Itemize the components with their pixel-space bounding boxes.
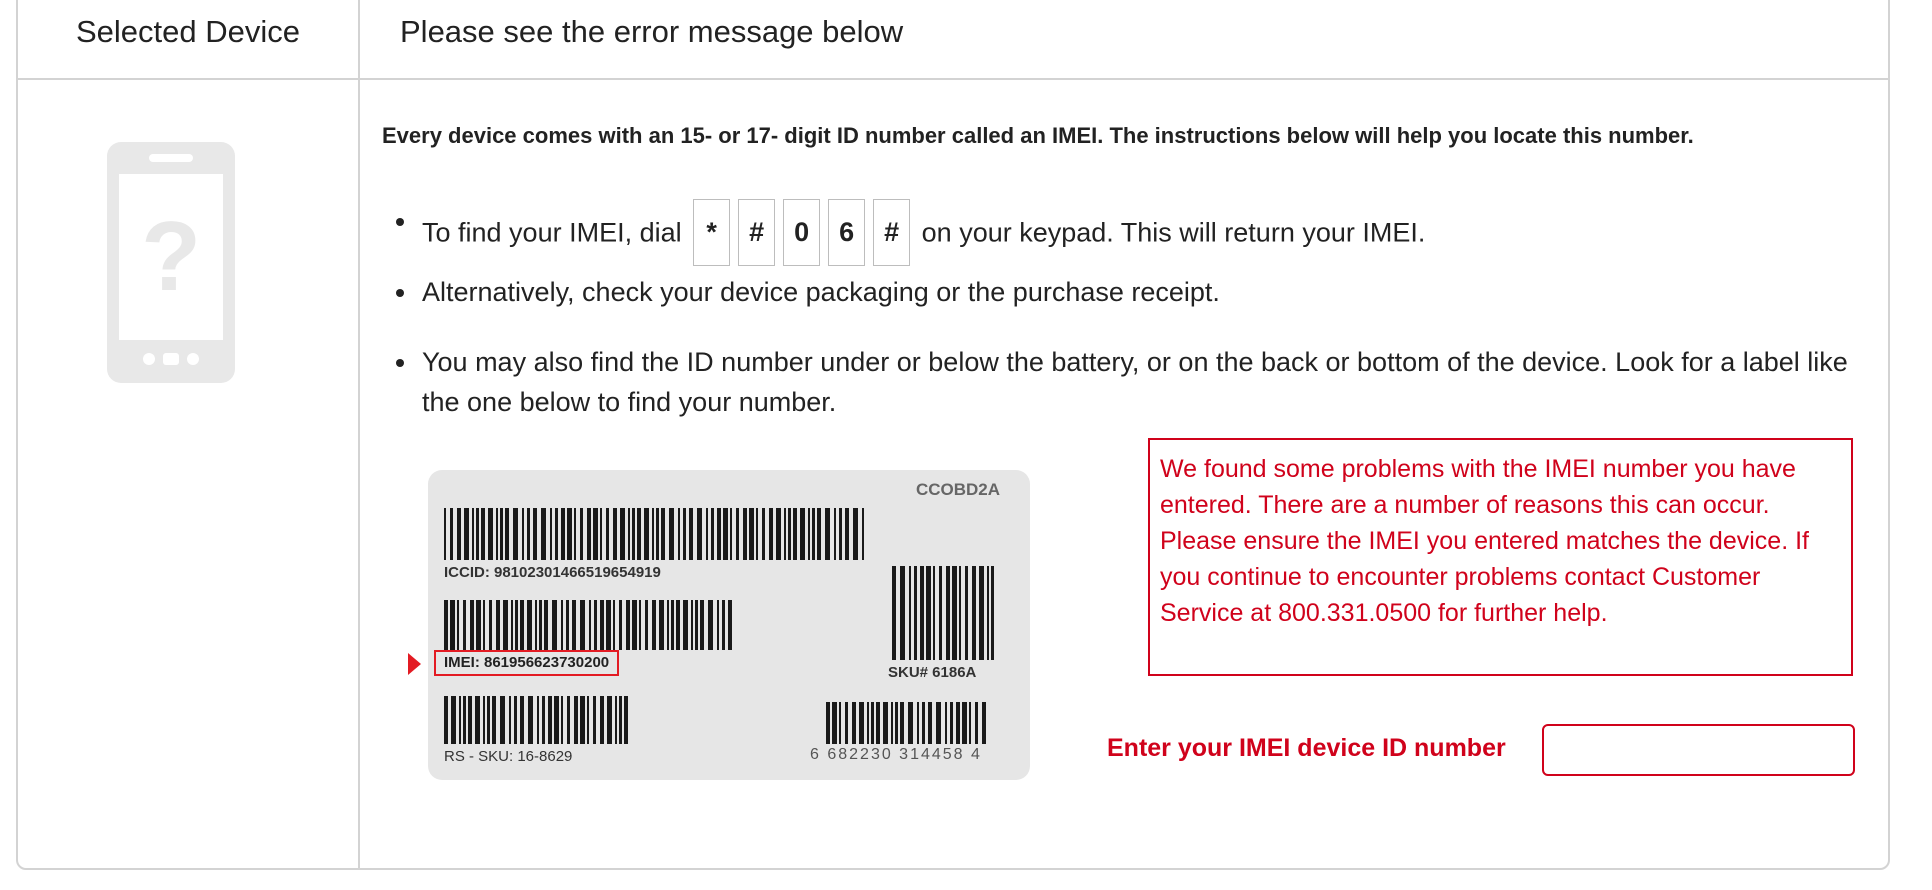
imei-input[interactable]	[1542, 724, 1855, 776]
label-iccid: ICCID: 98102301466519654919	[444, 564, 661, 581]
dial-instruction-text: To find your IMEI, dial	[422, 217, 682, 248]
bullet-dot	[396, 359, 404, 367]
label-upc: 6 682230 314458 4	[810, 746, 982, 763]
imei-intro-text: Every device comes with an 15- or 17- di…	[382, 123, 1694, 148]
label-imei-highlight: IMEI: 861956623730200	[434, 650, 620, 676]
pointer-arrow-icon	[408, 653, 421, 675]
dial-key-zero: 0	[783, 199, 821, 266]
label-imei: IMEI: 861956623730200	[444, 654, 610, 671]
dial-instruction-suffix: on your keypad. This will return your IM…	[921, 217, 1426, 248]
unknown-phone-icon: ?	[105, 140, 237, 390]
label-rs-sku: RS - SKU: 16-8629	[444, 748, 573, 765]
dial-key-hash: #	[738, 199, 776, 266]
barcode-upc	[826, 702, 986, 744]
error-message: We found some problems with the IMEI num…	[1148, 438, 1853, 676]
question-mark-glyph: ?	[141, 201, 201, 311]
bullet-dot	[396, 289, 404, 297]
barcode-imei	[444, 600, 732, 650]
table-header-row: Selected Device Please see the error mes…	[18, 0, 1888, 80]
bullet-dot	[396, 218, 404, 226]
imei-label-image: CCOBD2A ICCID: 98102301466519654919 IMEI…	[408, 470, 1030, 780]
barcode-sku	[892, 566, 994, 660]
barcode-iccid	[444, 508, 864, 560]
selected-device-heading: Selected Device	[75, 14, 300, 49]
error-heading: Please see the error message below	[400, 14, 904, 49]
list-item: You may also find the ID number under or…	[396, 342, 1882, 422]
list-item: To find your IMEI, dial * #0 6 # on your ke…	[396, 199, 1882, 268]
dial-key-star: *	[693, 199, 731, 266]
label-sku: SKU# 6186A	[888, 664, 977, 681]
battery-instruction-text: You may also find the ID number under or…	[422, 347, 1848, 417]
packaging-instruction-text: Alternatively, check your device packagi…	[422, 277, 1220, 307]
dial-key-hash: #	[873, 199, 911, 266]
barcode-graphics	[444, 508, 994, 744]
column-divider	[358, 0, 360, 868]
list-item: Alternatively, check your device packagi…	[396, 272, 1882, 312]
barcode-rs-sku	[444, 696, 628, 744]
imei-field-label: Enter your IMEI device ID number	[1107, 734, 1506, 762]
dial-key-six: 6	[828, 199, 866, 266]
label-code: CCOBD2A	[915, 480, 1000, 499]
